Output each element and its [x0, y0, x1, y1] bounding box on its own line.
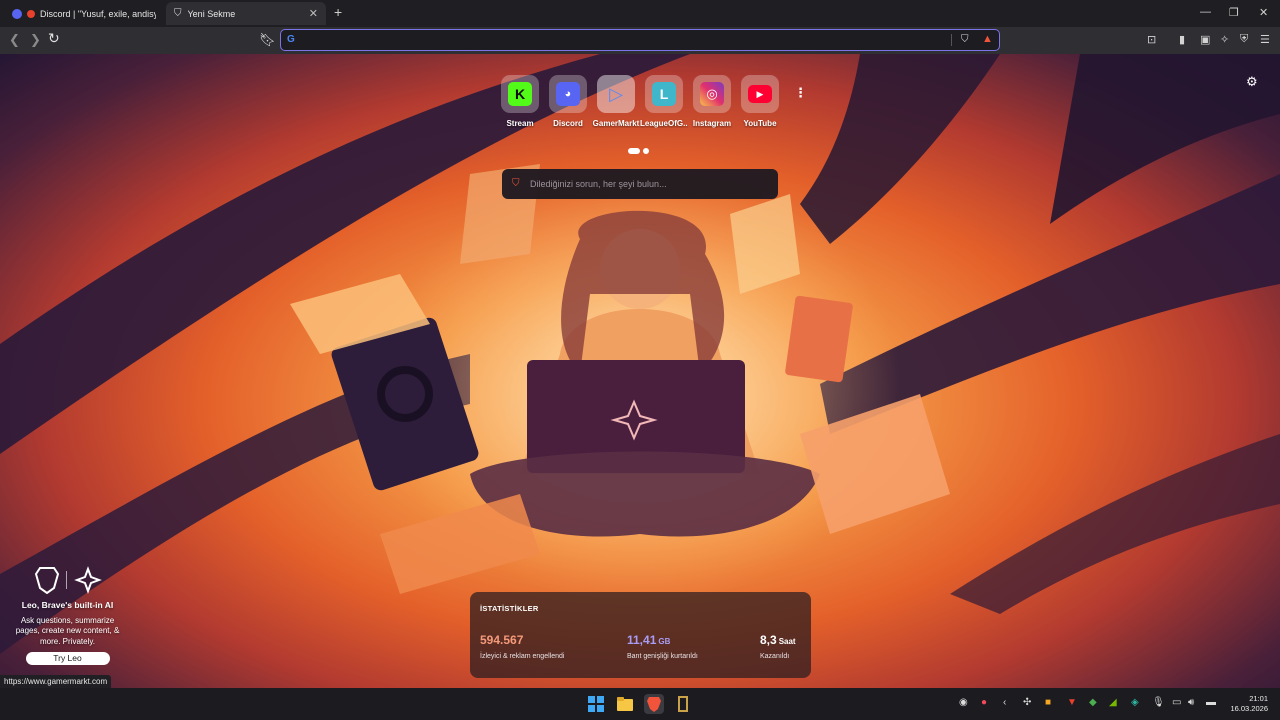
top-site-gamermarkt[interactable]: ▷ GamerMarkt [592, 75, 640, 128]
discord-icon [12, 8, 22, 19]
tab-discord[interactable]: Discord | "Yusuf, exile, andisya, A [4, 2, 164, 25]
tray-app-icon[interactable]: ◆ [1089, 697, 1097, 708]
address-bar[interactable]: G ⛉ ▲ [280, 29, 1000, 51]
letter-l-icon: L [652, 82, 676, 106]
discord-icon: ◕ [556, 82, 580, 106]
stat-time-saved: 8,3 Saat Kazanıldı [760, 631, 796, 660]
system-clock[interactable]: 21:01 16.03.2026 [1222, 694, 1268, 714]
tray-app-icon[interactable]: ‹ [1003, 697, 1006, 708]
battery-icon[interactable]: ▬ [1206, 697, 1216, 708]
separator [951, 34, 952, 46]
clock-date: 16.03.2026 [1230, 704, 1268, 714]
tab-strip: Discord | "Yusuf, exile, andisya, A ⛉ Ye… [0, 0, 1280, 27]
tab-title: Discord | "Yusuf, exile, andisya, A [40, 8, 156, 19]
top-site-instagram[interactable]: ◎ Instagram [688, 75, 736, 128]
stat-value: 8,3 [760, 633, 777, 647]
top-site-youtube[interactable]: ▶ YouTube [736, 75, 784, 128]
reload-icon[interactable]: ↻ [48, 30, 60, 47]
leo-description: Ask questions, summarize pages, create n… [15, 616, 120, 646]
wallet-icon[interactable]: ▣ [1200, 33, 1210, 46]
leo-ai-icon[interactable]: ✧ [1220, 33, 1229, 46]
restore-icon[interactable]: ❐ [1229, 6, 1239, 19]
back-icon[interactable]: ❮ [9, 32, 20, 48]
clock-time: 21:01 [1249, 694, 1268, 703]
close-tab-icon[interactable]: ✕ [309, 7, 318, 20]
minimize-icon[interactable]: — [1200, 6, 1211, 18]
stat-value: 594.567 [480, 633, 524, 647]
microphone-icon[interactable]: 🎙︎ [1152, 697, 1165, 708]
toolbar: ❮ ❯ ↻ 🔖︎ G ⛉ ▲ ⊡ ▮ ▣ ✧ ⛨ ☰ [0, 27, 1280, 54]
top-site-label: GamerMarkt [592, 119, 640, 128]
leo-promo: Leo, Brave's built-in AI Ask questions, … [10, 566, 125, 666]
tray-app-icon[interactable]: ▼ [1067, 697, 1077, 708]
kick-icon: K [508, 82, 532, 106]
stat-caption: Kazanıldı [760, 653, 790, 660]
tab-search-icon[interactable]: ⊡ [1147, 33, 1156, 46]
nvidia-icon[interactable]: ◢ [1109, 697, 1117, 708]
windows-start-icon[interactable] [586, 694, 606, 714]
file-explorer-icon[interactable] [615, 694, 635, 714]
vpn-icon[interactable]: ⛨ [1240, 33, 1248, 46]
google-icon: G [287, 34, 295, 45]
search-box[interactable]: ⛉ [502, 169, 778, 199]
tab-title: Yeni Sekme [187, 8, 236, 19]
brave-browser-icon[interactable] [644, 694, 664, 714]
search-input[interactable] [530, 176, 770, 192]
top-site-leagueofg[interactable]: L LeagueOfG... [640, 75, 688, 128]
brave-lion-icon [34, 567, 60, 595]
top-site-label: LeagueOfG... [640, 119, 688, 128]
top-sites-more-icon[interactable]: ⋮ [794, 85, 807, 101]
recording-icon [27, 9, 35, 18]
stat-caption: İzleyici & reklam engellendi [480, 653, 565, 660]
top-site-label: Discord [553, 119, 583, 128]
brave-lion-icon: ⛉ [512, 178, 520, 189]
league-client-icon[interactable] [673, 694, 693, 714]
tab-new-tab[interactable]: ⛉ Yeni Sekme ✕ [166, 2, 326, 25]
bookmark-icon[interactable]: 🔖︎ [259, 32, 276, 48]
settings-gear-icon[interactable]: ⚙ [1246, 74, 1258, 90]
stat-bandwidth-saved: 11,41 GB Bant genişliği kurtarıldı [627, 631, 698, 660]
forward-icon[interactable]: ❯ [30, 32, 41, 48]
brave-shields-icon[interactable]: ⛉ [961, 34, 969, 45]
top-sites-pager[interactable] [628, 141, 652, 159]
new-tab-button[interactable]: + [334, 4, 342, 20]
pager-dot[interactable] [643, 148, 649, 154]
stat-caption: Bant genişliği kurtarıldı [627, 653, 698, 660]
sidebar-icon[interactable]: ▮ [1179, 33, 1185, 46]
tray-app-icon[interactable]: ■ [1045, 697, 1051, 708]
tray-app-icon[interactable]: ● [981, 697, 987, 708]
stat-value: 11,41 [627, 633, 657, 647]
top-site-stream[interactable]: K Stream [496, 75, 544, 128]
windows-taskbar: ◉ ● ‹ ✣ ■ ▼ ◆ ◢ ◈ 🎙︎ ▭ 🔊︎ ▬ 21:01 16.03.… [0, 688, 1280, 720]
youtube-icon: ▶ [748, 85, 772, 103]
stat-unit: GB [658, 637, 671, 646]
menu-icon[interactable]: ☰ [1260, 33, 1270, 46]
stats-header: İSTATİSTİKLER [480, 604, 539, 613]
stat-trackers-blocked: 594.567 İzleyici & reklam engellendi [480, 631, 564, 660]
new-tab-page: K Stream ◕ Discord ▷ GamerMarkt L League… [0, 54, 1280, 688]
security-icon[interactable]: ◈ [1131, 697, 1139, 708]
top-site-label: Instagram [692, 119, 732, 128]
close-window-icon[interactable]: ✕ [1259, 6, 1268, 19]
pager-dot-active[interactable] [628, 148, 640, 154]
top-site-discord[interactable]: ◕ Discord [544, 75, 592, 128]
gamermarkt-icon: ▷ [609, 83, 623, 104]
brave-shield-icon: ⛉ [174, 8, 182, 19]
tray-app-icon[interactable]: ✣ [1023, 697, 1031, 708]
tray-app-icon[interactable]: ◉ [959, 697, 968, 708]
stats-widget: İSTATİSTİKLER 594.567 İzleyici & reklam … [470, 592, 811, 678]
instagram-icon: ◎ [700, 82, 724, 106]
try-leo-button[interactable]: Try Leo [25, 652, 110, 666]
brave-rewards-icon[interactable]: ▲ [982, 33, 993, 45]
volume-icon[interactable]: 🔊︎ [1188, 697, 1194, 708]
top-site-label: Stream [506, 119, 534, 128]
stat-unit: Saat [778, 637, 796, 646]
leo-sparkle-icon [74, 566, 102, 594]
status-bar-url: https://www.gamermarkt.com [0, 675, 112, 688]
network-icon[interactable]: ▭ [1172, 697, 1181, 708]
top-site-label: YouTube [743, 119, 777, 128]
leo-title: Leo, Brave's built-in AI [21, 600, 114, 610]
